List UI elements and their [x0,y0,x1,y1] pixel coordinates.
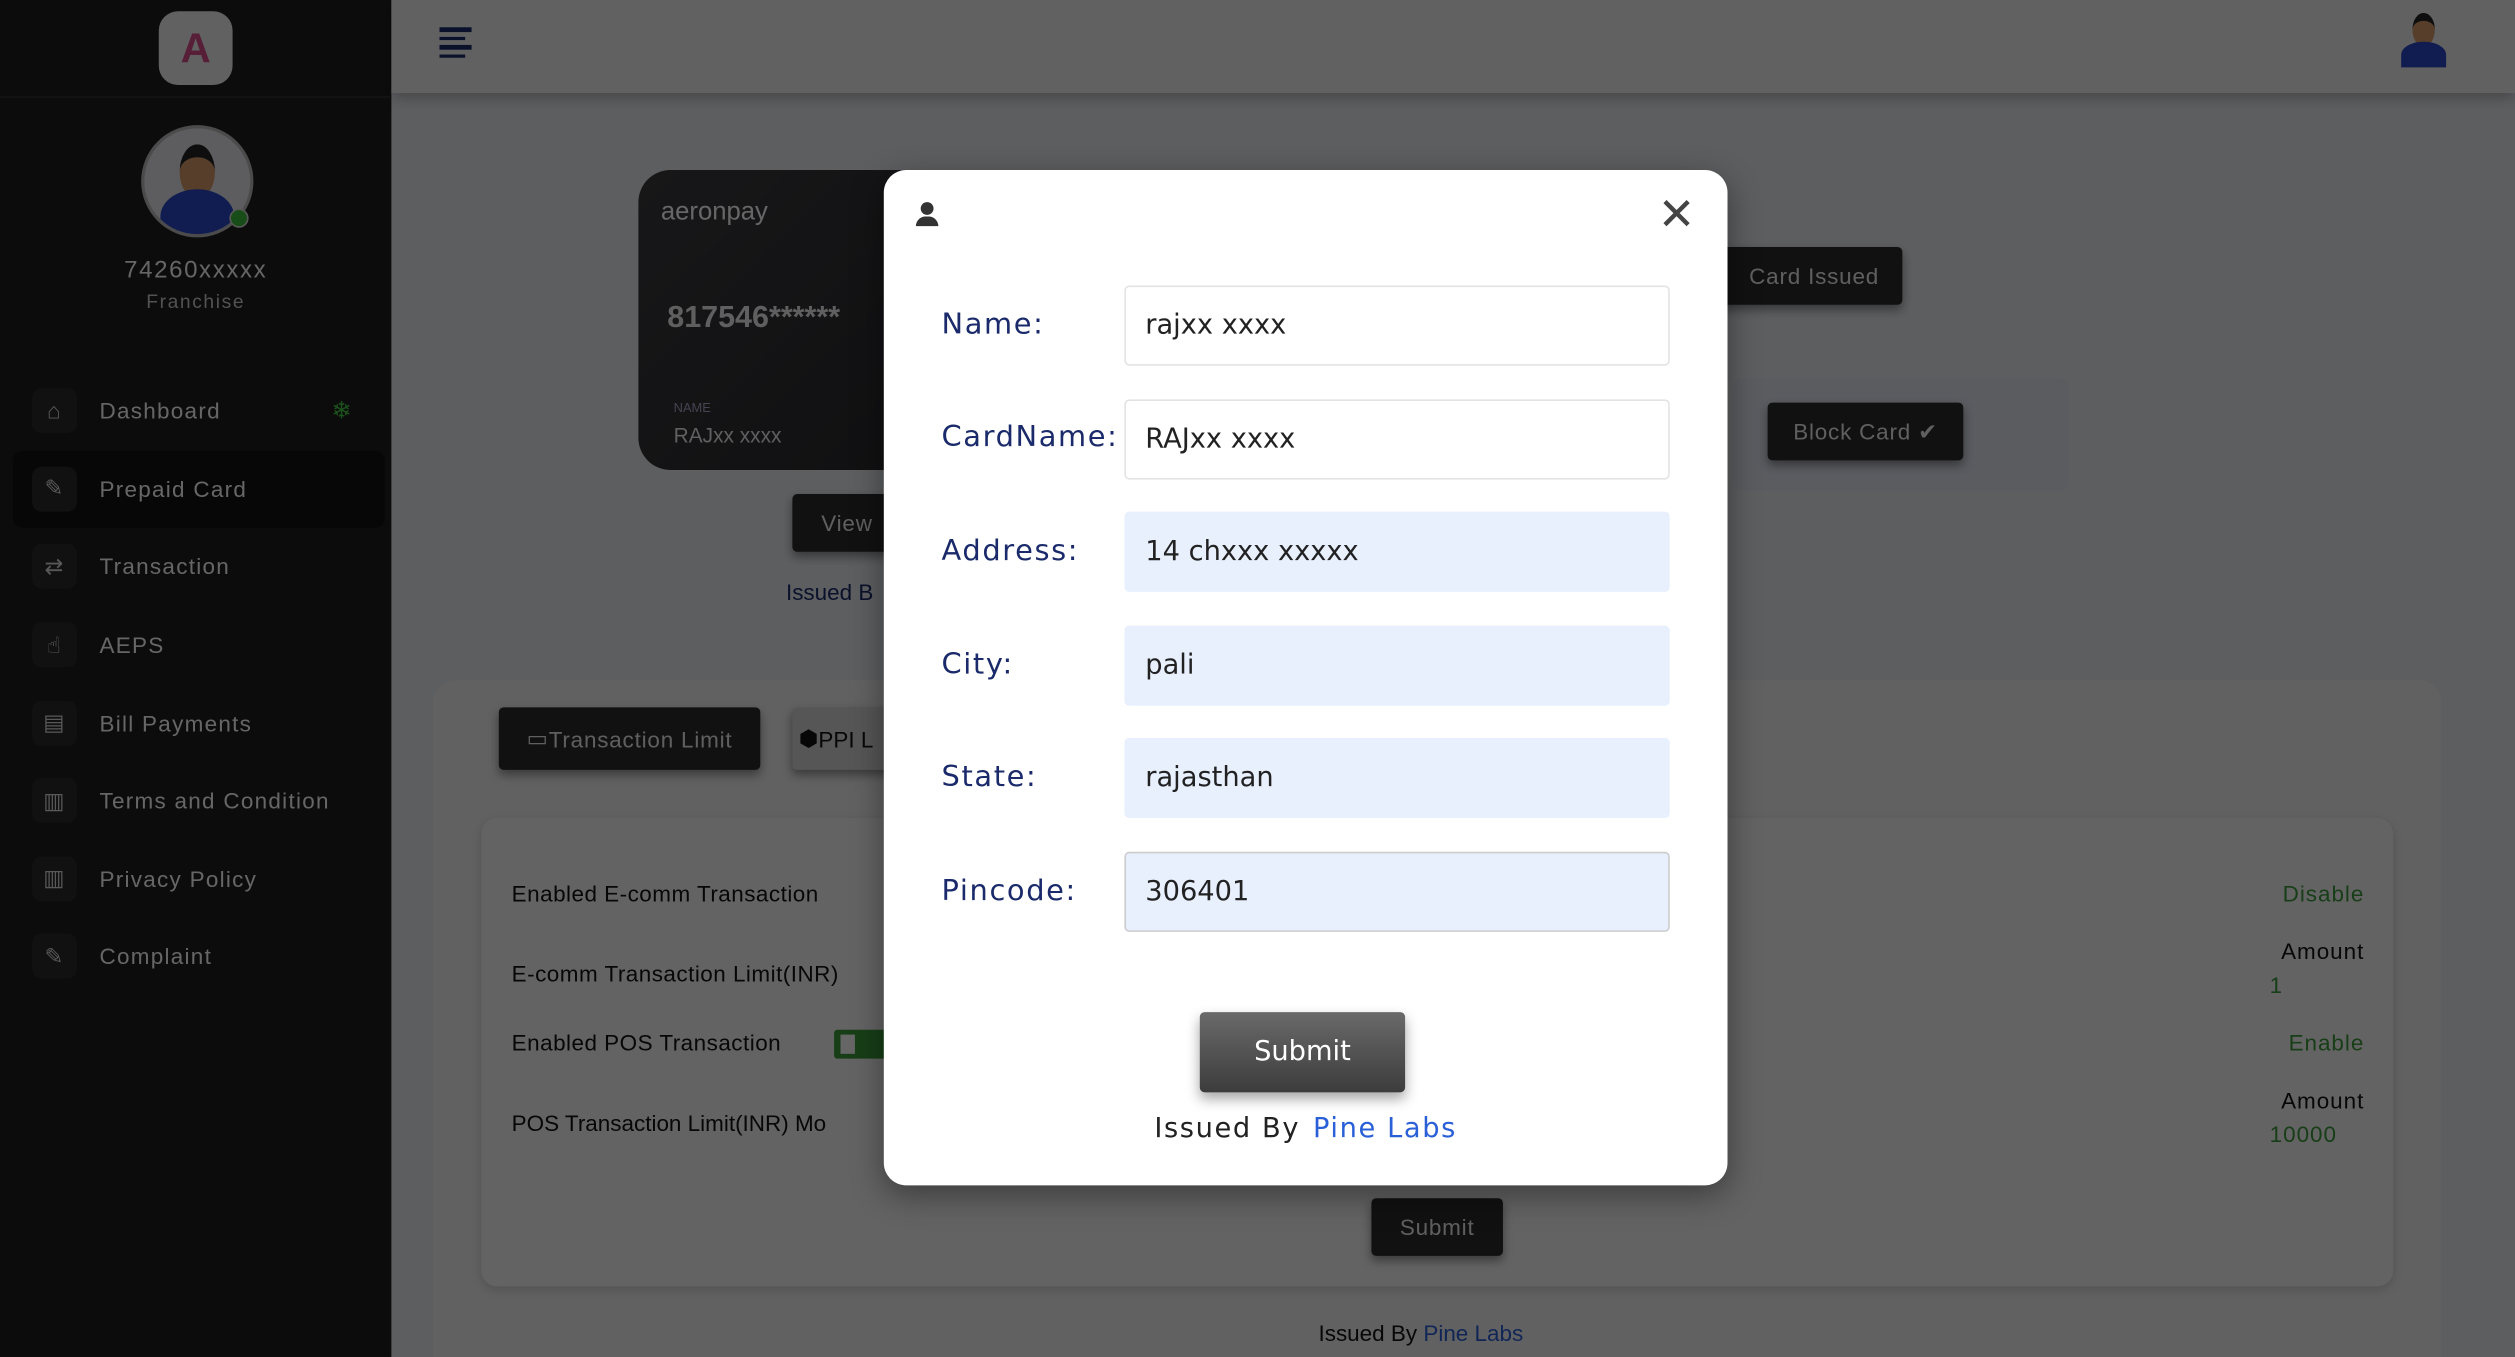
sidebar-item-bill-payments[interactable]: ▤ Bill Payments [13,684,385,762]
submit-button[interactable]: Submit [1199,1012,1406,1093]
issuer-link[interactable]: Pine Labs [1423,1320,1523,1346]
sidebar-item-dashboard[interactable]: ⌂ Dashboard ❄ [13,372,385,450]
issued-by-text: Issued By [1154,1113,1301,1146]
aeronpay-logo[interactable]: A [158,11,233,86]
state-field[interactable] [1124,737,1670,819]
city-label: City: [941,648,1014,682]
sidebar-item-label: Complaint [99,943,213,970]
limits-submit-button[interactable]: Submit [1371,1198,1503,1256]
snowflake-icon: ❄ [331,398,353,426]
pine-labs-link[interactable]: Pine Labs [1313,1113,1457,1145]
document-icon: ▥ [32,778,77,824]
user-role: Franchise [146,290,246,313]
sidebar-nav: ⌂ Dashboard ❄ ✎ Prepaid Card ⇄ Transaction ☝… [12,372,385,996]
sidebar-item-terms[interactable]: ▥ Terms and Condition [13,762,385,840]
pos-status[interactable]: Enable [2289,1030,2365,1056]
card-name-label: NAME [673,401,711,416]
sidebar-item-label: Dashboard [99,398,221,424]
profile-avatar[interactable] [2400,10,2448,68]
pincode-label: Pincode: [941,874,1077,908]
amount-label: Amount [2281,938,2365,965]
ecomm-status[interactable]: Disable [2283,881,2365,907]
tab-label: Transaction Limit [548,725,733,752]
city-field[interactable] [1124,625,1670,706]
footer-issued-by: Issued By Pine Labs [1318,1320,1523,1346]
pincode-field[interactable] [1124,851,1670,932]
user-icon [915,202,939,228]
fingerprint-icon: ☝ [32,622,77,668]
sidebar-item-aeps[interactable]: ☝ AEPS [13,606,385,684]
address-field[interactable] [1124,511,1670,592]
sidebar-item-label: Bill Payments [99,710,253,736]
sidebar: A 74260xxxxx Franchise ⌂ Dashboard ❄ ✎ Prep… [0,0,392,1357]
sidebar-item-label: AEPS [99,632,165,658]
amount-label: Amount [2281,1087,2365,1114]
state-label: State: [941,760,1038,794]
sidebar-item-prepaid-card[interactable]: ✎ Prepaid Card [12,450,385,529]
issued-by-partial: Issued B [785,579,874,605]
bill-icon: ▤ [32,700,77,746]
user-id: 74260xxxxx [124,256,268,284]
online-status-dot [229,208,249,228]
edit-icon: ✎ [32,934,77,980]
pos-enabled-label: Enabled POS Transaction [511,1029,782,1056]
card-number: 817546****** [667,301,841,336]
address-modal: ✕ Name: CardName: Address: City: State: … [883,170,1728,1186]
pos-limit-label: POS Transaction Limit(INR) Mo [511,1109,827,1136]
sidebar-item-transaction[interactable]: ⇄ Transaction [13,528,385,606]
sidebar-item-label: Privacy Policy [99,865,258,892]
card-holder-name: RAJxx xxxx [673,423,782,448]
sidebar-item-label: Prepaid Card [99,476,248,502]
pos-amount: 10000 [2269,1121,2337,1147]
sidebar-item-label: Terms and Condition [99,787,330,814]
top-bar [391,0,2515,94]
card-issued-button[interactable]: Card Issued [1709,247,1903,305]
document-icon: ▥ [32,856,77,902]
modal-issued-by: Issued By Pine Labs [884,1113,1728,1145]
tab-transaction-limit[interactable]: ▭ Transaction Limit [498,707,761,770]
cardname-label: CardName: [941,420,1119,454]
ecomm-enabled-label: Enabled E-comm Transaction [511,880,819,907]
laptop-icon: ▭ [526,725,549,751]
name-label: Name: [941,307,1045,342]
ecomm-amount: 1 [2269,972,2284,998]
sidebar-item-label: Transaction [99,554,231,580]
box-icon: ⬢ [798,725,819,751]
home-icon: ⌂ [32,388,77,434]
sidebar-item-privacy-policy[interactable]: ▥ Privacy Policy [13,840,385,918]
card-edit-icon: ✎ [32,466,77,512]
cardname-field[interactable] [1124,399,1670,480]
ecomm-limit-label: E-comm Transaction Limit(INR) [511,960,839,987]
block-card-button[interactable]: Block Card ✔ [1767,402,1964,461]
menu-toggle-icon[interactable] [439,27,472,62]
address-label: Address: [941,534,1080,568]
issued-by-text: Issued By [1318,1320,1418,1346]
money-exchange-icon: ⇄ [32,544,77,590]
tab-label: PPI L [818,725,874,752]
close-icon[interactable]: ✕ [1658,192,1696,237]
logo-area: A [0,0,392,98]
name-field[interactable] [1124,285,1670,366]
sidebar-item-complaint[interactable]: ✎ Complaint [13,918,385,996]
card-brand: aeronpay [660,198,768,227]
